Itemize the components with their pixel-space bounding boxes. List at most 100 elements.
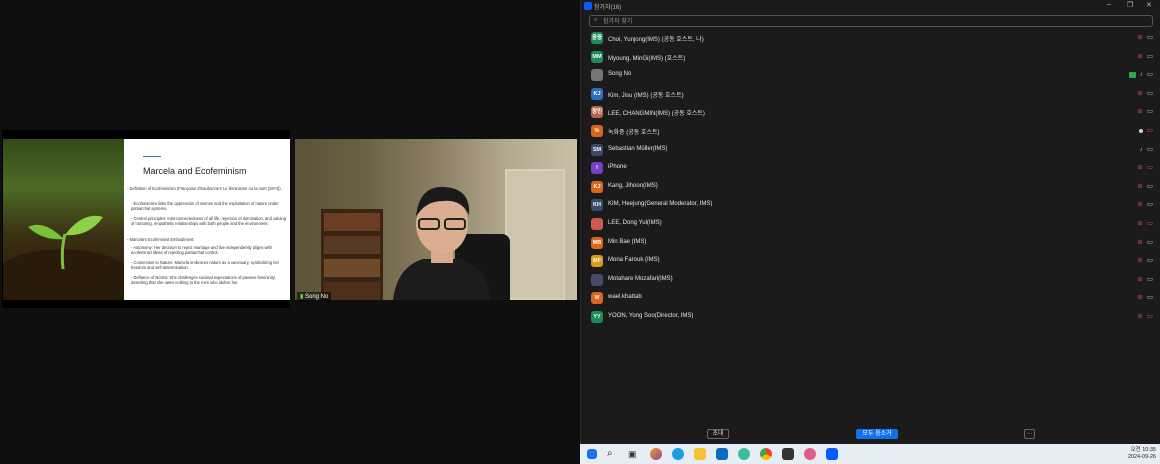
participant-row[interactable]: SM Sebastian Müller(IMS) ♪ ▭ xyxy=(587,142,1155,158)
bookshelf xyxy=(321,209,383,300)
mic-muted-icon[interactable]: ⊘ xyxy=(1137,220,1142,228)
mic-icon[interactable]: ♪ xyxy=(1140,71,1143,79)
camera-icon[interactable]: ▭ xyxy=(1147,183,1153,191)
participant-row[interactable]: % 녹화중 (공동 호스트) ▭ xyxy=(587,123,1155,139)
mic-muted-icon[interactable]: ⊘ xyxy=(1137,294,1142,302)
participant-row[interactable]: MF Mona Farouk (IMS) ⊘ ▭ xyxy=(587,253,1155,269)
participant-row[interactable]: KH KIM, Heejung(General Moderator, IMS) ⊘ ▭ xyxy=(587,197,1155,213)
camera-icon[interactable]: ▭ xyxy=(1147,108,1153,116)
invite-button[interactable]: 초대 xyxy=(707,429,729,439)
avatar: KJ xyxy=(591,87,603,100)
mic-muted-icon[interactable]: ⊘ xyxy=(1137,276,1142,284)
participant-name: Motahare Mozafari(IMS) xyxy=(608,275,673,282)
slide-title: Marcela and Ecofeminism xyxy=(143,166,247,176)
participant-name: Kim, Jisu (IMS) (공동 호스트) xyxy=(608,92,684,99)
mic-muted-icon[interactable]: ⊘ xyxy=(1137,108,1142,116)
search-box[interactable]: ⌕ xyxy=(589,15,1153,27)
mic-muted-icon[interactable]: ⊘ xyxy=(1137,239,1142,247)
zoom-taskbar-icon[interactable] xyxy=(826,448,838,460)
camera-icon[interactable]: ▭ xyxy=(1147,239,1153,247)
start-icon[interactable] xyxy=(587,449,597,459)
camera-icon[interactable]: ▭ xyxy=(1147,257,1153,265)
camera-off-icon[interactable]: ▭ xyxy=(1147,220,1153,228)
camera-off-icon[interactable]: ▭ xyxy=(1147,127,1153,135)
participant-video[interactable] xyxy=(295,139,577,300)
camera-icon[interactable]: ▭ xyxy=(1147,71,1153,79)
mail-icon[interactable] xyxy=(716,448,728,460)
participant-status: ♪ ▭ xyxy=(1140,146,1153,154)
participant-status: ▭ xyxy=(1138,127,1153,135)
store-icon[interactable] xyxy=(782,448,794,460)
participant-row[interactable]: KJ Kim, Jisu (IMS) (공동 호스트) ⊘ ▭ xyxy=(587,86,1155,102)
avatar xyxy=(591,69,603,82)
participant-row[interactable]: MM Myoung, MinGi(IMS) (호스트) ⊘ ▭ xyxy=(587,49,1155,65)
camera-icon[interactable]: ▭ xyxy=(1147,146,1153,154)
avatar: MF xyxy=(591,255,603,268)
file-explorer-icon[interactable] xyxy=(694,448,706,460)
participant-row[interactable]: LEE, Dong Yul(IMS) ⊘ ▭ xyxy=(587,216,1155,232)
mic-muted-icon[interactable]: ⊘ xyxy=(1137,313,1142,321)
participant-row[interactable]: KJ Kang, Jihoon(IMS) ⊘ ▭ xyxy=(587,179,1155,195)
minimize-icon[interactable]: – xyxy=(1107,1,1111,8)
mic-muted-icon[interactable]: ⊘ xyxy=(1137,53,1142,61)
photos-icon[interactable] xyxy=(804,448,816,460)
camera-icon[interactable]: ▭ xyxy=(1147,90,1153,98)
more-button[interactable]: ··· xyxy=(1024,429,1035,439)
participant-status: ⊘ ▭ xyxy=(1137,294,1153,302)
participant-status: ⊘ ▭ xyxy=(1137,164,1153,172)
participant-status: ⊘ ▭ xyxy=(1137,183,1153,191)
search-input[interactable] xyxy=(603,17,1143,26)
participant-status: ⊘ ▭ xyxy=(1137,257,1153,265)
participant-row[interactable]: Motahare Mozafari(IMS) ⊘ ▭ xyxy=(587,272,1155,288)
avatar: KJ xyxy=(591,180,603,193)
avatar: % xyxy=(591,125,603,137)
mic-muted-icon[interactable]: ⊘ xyxy=(1137,34,1142,42)
mic-muted-icon[interactable]: ⊘ xyxy=(1137,90,1142,98)
camera-off-icon[interactable]: ▭ xyxy=(1147,313,1153,321)
widgets-icon[interactable] xyxy=(650,448,662,460)
participant-row[interactable]: 윤중 Choi, Yunjong(IMS) (공동 호스트, 나) ⊘ ▭ xyxy=(587,30,1155,46)
mic-icon[interactable]: ♪ xyxy=(1140,146,1143,154)
participant-row[interactable]: YY YOON, Yong Soo(Director, IMS) ⊘ ▭ xyxy=(587,309,1155,325)
edge-icon[interactable] xyxy=(672,448,684,460)
camera-icon[interactable]: ▭ xyxy=(1147,201,1153,209)
mic-muted-icon[interactable]: ⊘ xyxy=(1137,164,1142,172)
participant-row[interactable]: IiPhone ⊘ ▭ xyxy=(587,160,1155,176)
clock[interactable]: 오전 10:35 2024-09-26 xyxy=(1128,447,1156,461)
participant-row[interactable]: Wwael.khattab ⊘ ▭ xyxy=(587,290,1155,306)
camera-icon[interactable]: ▭ xyxy=(1147,34,1153,42)
chrome-icon[interactable] xyxy=(760,448,772,460)
participant-name: wael.khattab xyxy=(608,294,642,301)
mic-muted-icon[interactable]: ⊘ xyxy=(1137,257,1142,265)
close-icon[interactable]: ✕ xyxy=(1146,1,1152,9)
participant-name: Song No xyxy=(608,71,632,78)
signal-icon: ▮ xyxy=(300,294,304,300)
person xyxy=(383,179,501,300)
recording-dot-icon[interactable] xyxy=(1138,129,1143,133)
slide-bullet: - Central principles: Interconnectedness… xyxy=(131,216,286,226)
zoom-logo-icon xyxy=(584,2,592,10)
video-name: Song No xyxy=(304,294,329,300)
task-view-icon[interactable]: ▣ xyxy=(628,448,640,460)
participant-status: ♪ ▭ xyxy=(1128,71,1153,79)
participant-row[interactable]: 창민 LEE, CHANGMIN(IMS) (공동 호스트) ⊘ ▭ xyxy=(587,104,1155,120)
participant-name: Sebastian Müller(IMS) xyxy=(608,145,668,152)
participant-name: iPhone xyxy=(608,164,627,171)
participant-status: ⊘ ▭ xyxy=(1137,201,1153,209)
meeting-stage: Marcela and Ecofeminism - Definition of … xyxy=(0,0,580,464)
app-icon[interactable] xyxy=(738,448,750,460)
clock-time: 오전 10:35 xyxy=(1130,447,1156,453)
maximize-icon[interactable]: ❐ xyxy=(1127,1,1133,9)
camera-off-icon[interactable]: ▭ xyxy=(1147,164,1153,172)
mic-muted-icon[interactable]: ⊘ xyxy=(1137,201,1142,209)
camera-icon[interactable]: ▭ xyxy=(1147,294,1153,302)
mute-all-button[interactable]: 모두 음소거 xyxy=(856,429,898,439)
camera-icon[interactable]: ▭ xyxy=(1147,53,1153,61)
mic-muted-icon[interactable]: ⊘ xyxy=(1137,183,1142,191)
video-name-label: ▮ Song No xyxy=(297,292,332,301)
participant-row[interactable]: Song No ♪ ▭ xyxy=(587,67,1155,83)
title-bar: 참가자(16) – ❐ ✕ xyxy=(581,0,1160,12)
participant-row[interactable]: MB Min Bae (IMS) ⊘ ▭ xyxy=(587,235,1155,251)
camera-icon[interactable]: ▭ xyxy=(1147,276,1153,284)
search-taskbar-icon[interactable]: ⌕ xyxy=(607,448,619,460)
